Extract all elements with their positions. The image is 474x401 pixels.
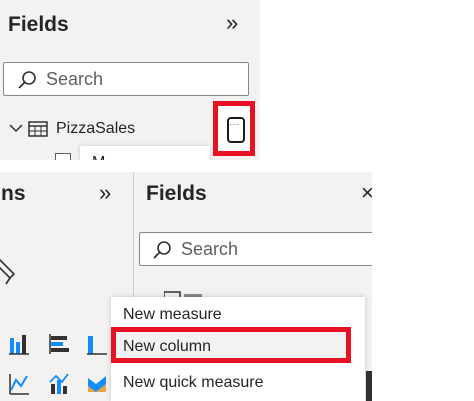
search-icon bbox=[153, 241, 171, 259]
format-brush-icon[interactable] bbox=[0, 256, 22, 286]
chevron-down-icon[interactable] bbox=[8, 121, 24, 135]
more-options-glyph: ··· bbox=[229, 119, 239, 130]
panes-bottom: ns » Fields × Search New measure New col… bbox=[0, 172, 372, 401]
context-menu-peek-text: M bbox=[92, 154, 105, 160]
ribbon-chart-icon[interactable] bbox=[86, 372, 108, 396]
line-chart-icon[interactable] bbox=[8, 372, 30, 396]
table-context-menu: New measure New column New quick measure bbox=[111, 297, 365, 401]
clustered-column-chart-icon[interactable] bbox=[86, 332, 108, 356]
fields-pane-title: Fields bbox=[146, 182, 207, 205]
line-and-column-chart-icon[interactable] bbox=[48, 372, 70, 396]
search-placeholder: Search bbox=[46, 69, 104, 89]
fields-pane-top: Fields » Search PizzaSales ··· M bbox=[0, 0, 260, 160]
scrollbar-thumb[interactable] bbox=[366, 371, 372, 401]
context-menu-peek: M bbox=[80, 146, 210, 160]
menu-item-new-measure[interactable]: New measure bbox=[123, 306, 222, 324]
more-options-button[interactable]: ··· bbox=[213, 101, 255, 156]
visualizations-pane-title: ns bbox=[1, 182, 26, 205]
search-icon bbox=[18, 71, 36, 89]
table-icon bbox=[28, 121, 48, 137]
search-input[interactable]: Search bbox=[3, 62, 249, 96]
collapse-pane-icon[interactable]: » bbox=[226, 10, 238, 36]
collapse-viz-pane-icon[interactable]: » bbox=[99, 180, 111, 206]
menu-item-new-quick-measure[interactable]: New quick measure bbox=[123, 374, 264, 392]
clustered-bar-chart-icon[interactable] bbox=[48, 332, 70, 356]
table-name[interactable]: PizzaSales bbox=[56, 120, 135, 138]
search-input[interactable]: Search bbox=[139, 232, 372, 266]
close-icon[interactable]: × bbox=[361, 180, 372, 206]
menu-item-new-column[interactable]: New column bbox=[123, 338, 211, 356]
stacked-column-chart-icon[interactable] bbox=[8, 332, 30, 356]
fields-pane-title: Fields bbox=[8, 13, 69, 36]
field-checkbox[interactable] bbox=[55, 153, 71, 160]
search-placeholder: Search bbox=[181, 239, 239, 259]
